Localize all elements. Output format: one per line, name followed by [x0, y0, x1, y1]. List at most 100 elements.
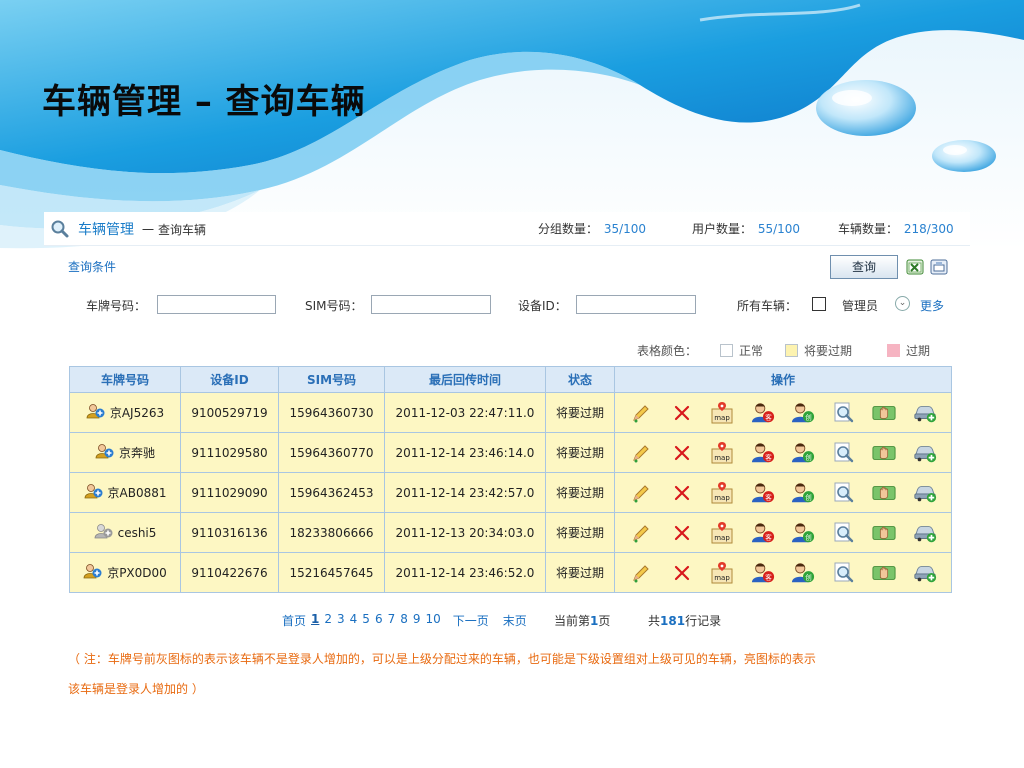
vehicle-owner-icon	[84, 483, 104, 502]
svg-text:创: 创	[806, 532, 812, 541]
cell-plate[interactable]: ceshi5	[69, 512, 181, 553]
hand-icon[interactable]	[872, 401, 896, 425]
legend-swatch-expiring	[785, 344, 798, 357]
customer-icon[interactable]: 客	[751, 481, 775, 505]
map-icon[interactable]: map	[710, 561, 734, 585]
excel-export-icon[interactable]	[906, 258, 924, 276]
group-count-label: 分组数量：	[538, 222, 599, 236]
pager-page-10[interactable]: 10	[426, 612, 441, 629]
cell-operations: map 客 创	[614, 432, 952, 473]
cell-last-report-time: 2011-12-13 20:34:03.0	[384, 512, 546, 553]
create-icon[interactable]: 创	[791, 521, 815, 545]
breadcrumb-main[interactable]: 车辆管理	[78, 219, 134, 239]
pager-page-8[interactable]: 8	[400, 612, 408, 629]
col-device-id: 设备ID	[180, 366, 279, 393]
map-icon[interactable]: map	[710, 481, 734, 505]
vehicle-add-icon[interactable]	[913, 441, 937, 465]
group-count: 分组数量： 35/100	[538, 220, 646, 237]
pager-page-6[interactable]: 6	[375, 612, 383, 629]
pager-next[interactable]: 下一页	[453, 612, 489, 629]
table-row: 京奔驰 9111029580 15964360770 2011-12-14 23:46…	[69, 432, 952, 473]
pager-page-9[interactable]: 9	[413, 612, 421, 629]
pager-page-2[interactable]: 2	[324, 612, 332, 629]
edit-icon[interactable]	[629, 441, 653, 465]
delete-icon[interactable]	[670, 401, 694, 425]
svg-text:创: 创	[806, 452, 812, 461]
pager-last[interactable]: 末页	[503, 612, 527, 629]
hand-icon[interactable]	[872, 521, 896, 545]
plate-input[interactable]	[157, 295, 276, 314]
cell-plate[interactable]: 京AB0881	[69, 472, 181, 513]
customer-icon[interactable]: 客	[751, 401, 775, 425]
cell-plate[interactable]: 京PX0D00	[69, 552, 181, 593]
search-icon[interactable]	[832, 481, 856, 505]
pager-page-7[interactable]: 7	[388, 612, 396, 629]
create-icon[interactable]: 创	[791, 401, 815, 425]
sim-input[interactable]	[371, 295, 491, 314]
vehicle-add-icon[interactable]	[913, 401, 937, 425]
cell-status: 将要过期	[545, 392, 615, 433]
device-id-input[interactable]	[576, 295, 696, 314]
vehicle-table: 车牌号码 设备ID SIM号码 最后回传时间 状态 操作 京AJ5263 9100…	[69, 366, 952, 593]
customer-icon[interactable]: 客	[751, 521, 775, 545]
all-vehicles-checkbox[interactable]	[812, 297, 826, 311]
search-icon[interactable]	[832, 561, 856, 585]
vehicle-add-icon[interactable]	[913, 521, 937, 545]
chevron-down-icon[interactable]: ⌄	[895, 296, 910, 311]
vehicle-add-icon[interactable]	[913, 481, 937, 505]
plate-text: 京AJ5263	[109, 406, 165, 420]
legend-swatch-normal	[720, 344, 733, 357]
cell-operations: map 客 创	[614, 392, 952, 433]
customer-icon[interactable]: 客	[751, 561, 775, 585]
map-icon[interactable]: map	[710, 401, 734, 425]
edit-icon[interactable]	[629, 521, 653, 545]
pager-page-4[interactable]: 4	[350, 612, 358, 629]
delete-icon[interactable]	[670, 481, 694, 505]
svg-text:map: map	[714, 454, 730, 462]
legend-normal-label: 正常	[739, 344, 764, 358]
col-plate: 车牌号码	[69, 366, 181, 393]
search-icon[interactable]	[832, 401, 856, 425]
pager-page-3[interactable]: 3	[337, 612, 345, 629]
note-line-1: （ 注：车牌号前灰图标的表示该车辆不是登录人增加的，可以是上级分配过来的车辆，也…	[68, 652, 816, 666]
hand-icon[interactable]	[872, 481, 896, 505]
edit-icon[interactable]	[629, 481, 653, 505]
vehicle-count: 车辆数量： 218/300	[838, 220, 954, 237]
edit-icon[interactable]	[629, 561, 653, 585]
edit-icon[interactable]	[629, 401, 653, 425]
pager-current-info: 当前第1页	[554, 612, 610, 629]
svg-text:map: map	[714, 534, 730, 542]
map-icon[interactable]: map	[710, 521, 734, 545]
vehicle-add-icon[interactable]	[913, 561, 937, 585]
vehicle-owner-icon	[95, 443, 115, 462]
col-status: 状态	[545, 366, 615, 393]
delete-icon[interactable]	[670, 521, 694, 545]
search-icon[interactable]	[832, 441, 856, 465]
hand-icon[interactable]	[872, 441, 896, 465]
create-icon[interactable]: 创	[791, 481, 815, 505]
delete-icon[interactable]	[670, 441, 694, 465]
customer-icon[interactable]: 客	[751, 441, 775, 465]
pager-total-suffix: 行记录	[685, 614, 722, 628]
pager-page-5[interactable]: 5	[362, 612, 370, 629]
user-count: 用户数量： 55/100	[692, 220, 800, 237]
map-icon[interactable]: map	[710, 441, 734, 465]
delete-icon[interactable]	[670, 561, 694, 585]
search-icon[interactable]	[832, 521, 856, 545]
create-icon[interactable]: 创	[791, 561, 815, 585]
create-icon[interactable]: 创	[791, 441, 815, 465]
plate-text: 京PX0D00	[107, 566, 167, 580]
pager-page-1[interactable]: 1	[311, 612, 319, 629]
cell-plate[interactable]: 京AJ5263	[69, 392, 181, 433]
note-line-2: 该车辆是登录人增加的 ）	[68, 682, 204, 696]
hand-icon[interactable]	[872, 561, 896, 585]
vehicle-shared-icon	[94, 523, 114, 542]
cell-sim: 18233806666	[278, 512, 385, 553]
more-link[interactable]: 更多	[920, 297, 944, 314]
query-button[interactable]: 查询	[830, 255, 898, 279]
svg-text:map: map	[714, 494, 730, 502]
print-icon[interactable]	[930, 258, 948, 276]
cell-plate[interactable]: 京奔驰	[69, 432, 181, 473]
pager-first[interactable]: 首页	[282, 612, 306, 629]
cell-device-id: 9110316136	[180, 512, 279, 553]
